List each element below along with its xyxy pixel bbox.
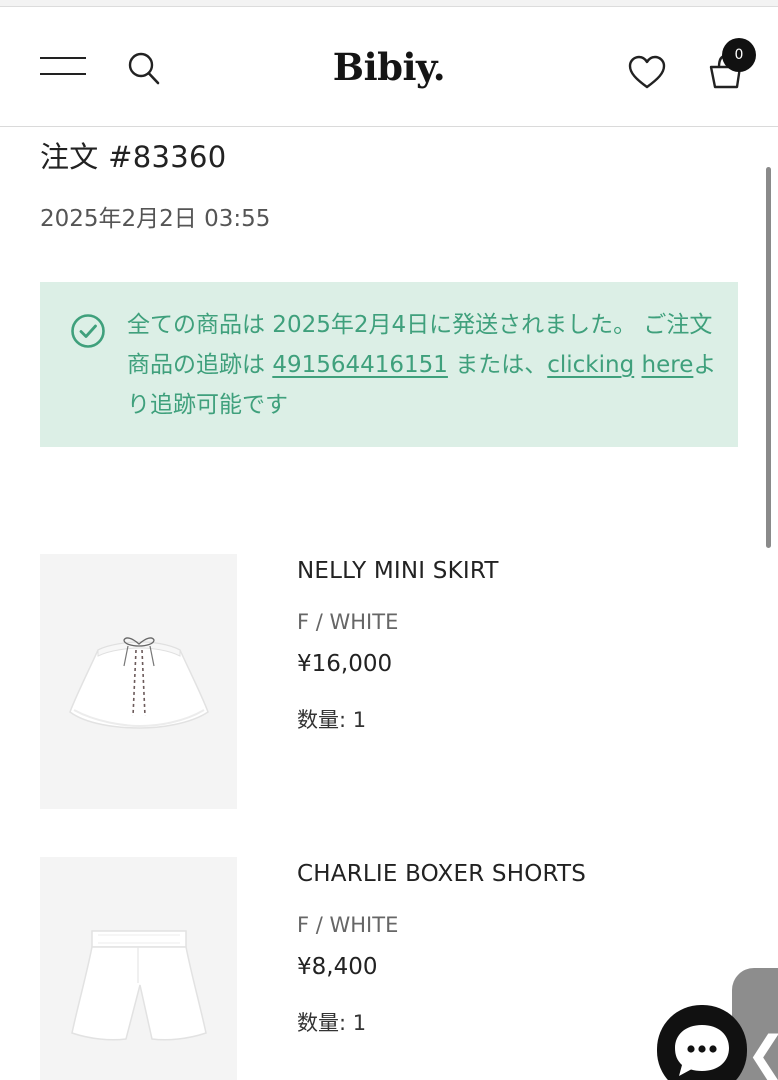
- top-strip: [0, 0, 778, 7]
- shorts-image: [71, 930, 207, 1041]
- tracking-number-link[interactable]: 491564416151: [272, 352, 448, 378]
- site-header: Bibiy.: [0, 7, 778, 127]
- shipping-notice: 全ての商品は 2025年2月4日に発送されました。 ご注文商品の追跡は 4915…: [40, 282, 738, 447]
- notice-text-middle: または、: [447, 352, 548, 378]
- page-title: 注文 #83360: [40, 140, 227, 174]
- item-price: ¥16,000: [297, 651, 393, 677]
- tracking-link-here[interactable]: here: [642, 352, 694, 378]
- chevron-left-icon: ❮: [746, 1030, 778, 1078]
- product-image-skirt[interactable]: [40, 554, 237, 809]
- wishlist-button[interactable]: [628, 55, 666, 91]
- chat-button[interactable]: [657, 1005, 747, 1080]
- item-quantity: 数量: 1: [297, 708, 367, 732]
- item-price: ¥8,400: [297, 954, 378, 980]
- item-quantity: 数量: 1: [297, 1011, 367, 1035]
- tracking-link-clicking[interactable]: clicking: [547, 352, 634, 378]
- check-circle-icon: [71, 314, 105, 348]
- item-name[interactable]: CHARLIE BOXER SHORTS: [297, 861, 586, 887]
- heart-icon: [628, 55, 666, 89]
- chat-bubble-icon: [675, 1025, 729, 1076]
- cart-count-badge: 0: [722, 38, 756, 72]
- order-page: Bibiy. 0 注文 #83360 2025年2月2日 03:55 全ての商品…: [0, 0, 778, 1080]
- order-date: 2025年2月2日 03:55: [40, 206, 271, 232]
- shipping-notice-text: 全ての商品は 2025年2月4日に発送されました。 ご注文商品の追跡は 4915…: [127, 305, 717, 425]
- item-name[interactable]: NELLY MINI SKIRT: [297, 558, 499, 584]
- skirt-image: [69, 637, 209, 729]
- scrollbar[interactable]: [766, 167, 771, 548]
- item-variant: F / WHITE: [297, 913, 399, 937]
- item-variant: F / WHITE: [297, 610, 399, 634]
- product-image-shorts[interactable]: [40, 857, 237, 1080]
